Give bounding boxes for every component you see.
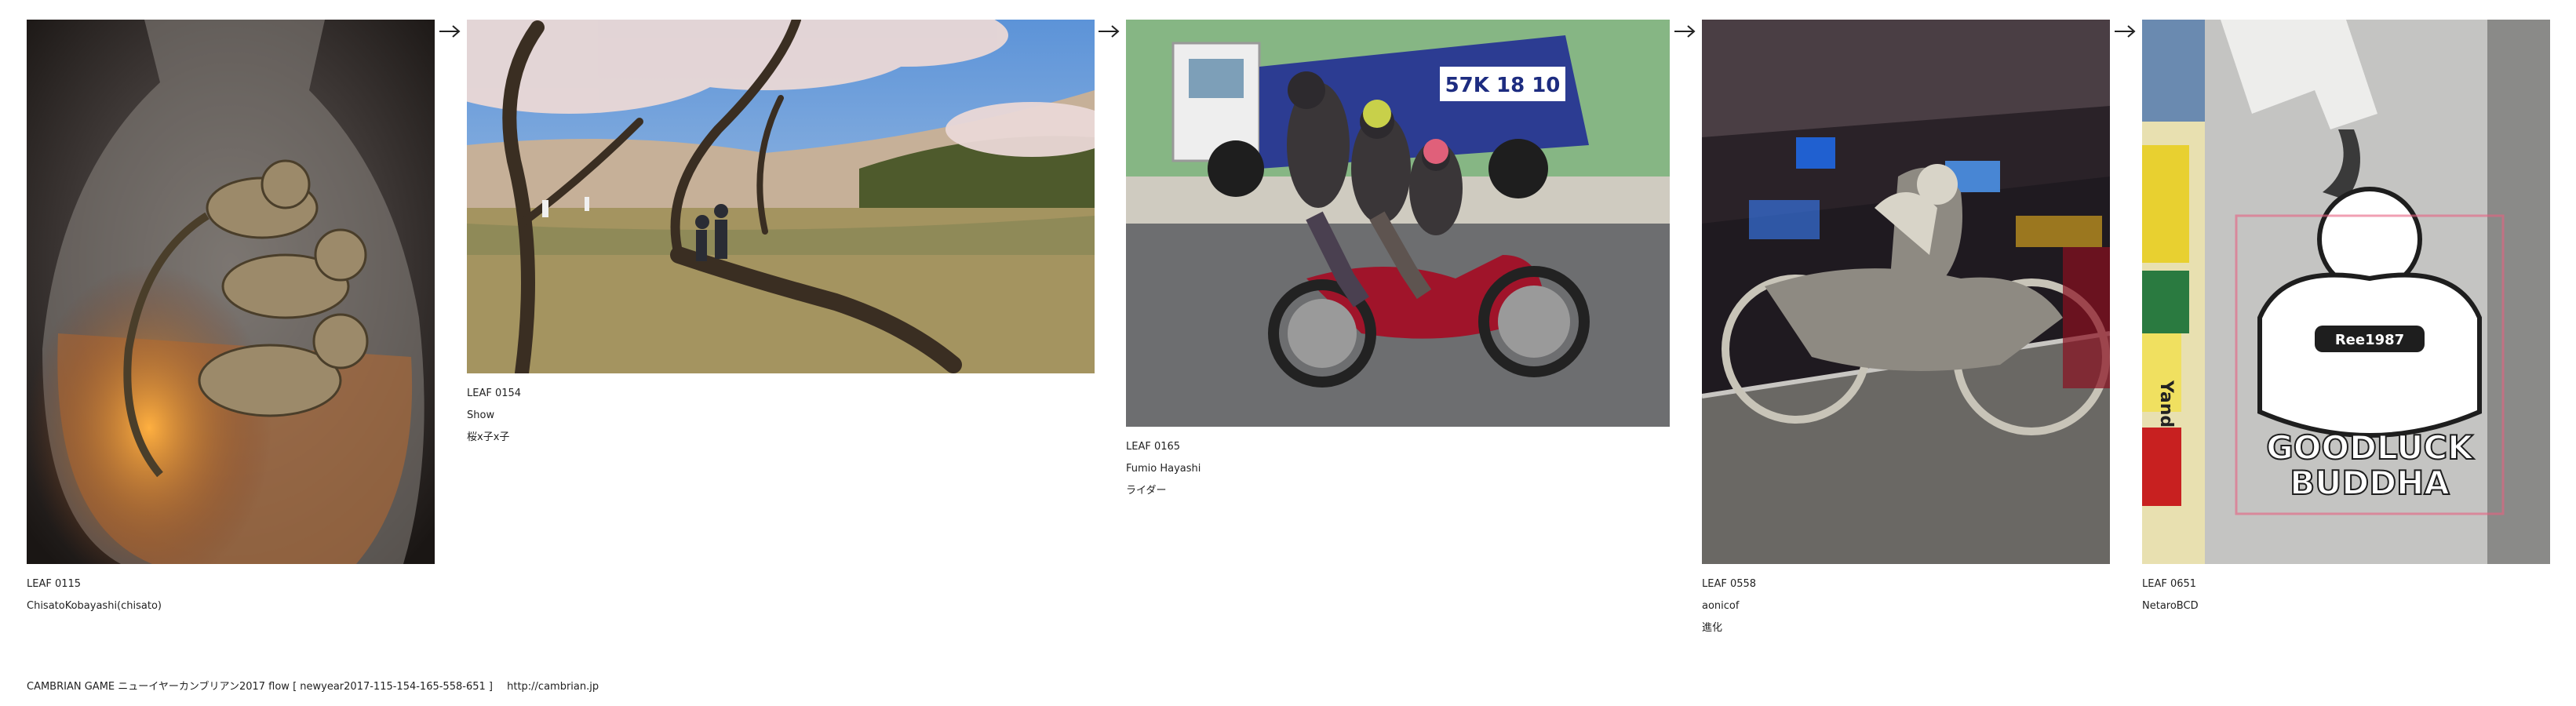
leaf-card-0115: LEAF 0115 ChisatoKobayashi(chisato) [27, 20, 435, 617]
leaf-card-0651: Yands Ree1987 GOODLUCK BUDDHA LEAF 0651 … [2142, 20, 2550, 617]
leaf-code: LEAF 0651 [2142, 578, 2197, 590]
leaf-code: LEAF 0154 [467, 388, 522, 399]
page-footer: CAMBRIAN GAME ニューイヤーカンブリアン2017 flow [ ne… [27, 678, 599, 693]
leaf-code: LEAF 0558 [1702, 578, 1757, 590]
leaf-photo-motorbike-riders[interactable]: 57K 18 10 [1126, 20, 1670, 427]
buddha-badge-text: Ree1987 [2335, 332, 2404, 348]
leaf-author[interactable]: Show [467, 405, 1095, 427]
footer-title: CAMBRIAN GAME ニューイヤーカンブリアン2017 flow [ ne… [27, 681, 493, 693]
flow-arrow-icon [1097, 22, 1120, 41]
truck-plate-text: 57K 18 10 [1445, 74, 1561, 97]
flow-arrow-icon [2113, 22, 2137, 41]
leaf-author[interactable]: Fumio Hayashi [1126, 458, 1670, 480]
leaf-card-0165: 57K 18 10 LEAF 0165 Fumio Hayashi ライダー [1126, 20, 1670, 502]
leaf-author[interactable]: NetaroBCD [2142, 595, 2550, 617]
flow-arrow-icon [1673, 22, 1696, 41]
leaf-photo-buddha-street-art[interactable]: Yands Ree1987 GOODLUCK BUDDHA [2142, 20, 2550, 564]
leaf-photo-chrome-motorcycle[interactable] [1702, 20, 2110, 564]
leaf-caption: 桜x子x子 [467, 431, 510, 443]
footer-url-link[interactable]: http://cambrian.jp [507, 681, 599, 693]
leaf-caption: ライダー [1126, 485, 1167, 497]
leaf-card-0558: LEAF 0558 aonicof 進化 [1702, 20, 2110, 639]
buddha-line2-text: BUDDHA [2290, 464, 2450, 502]
leaf-photo-monkey-bottle[interactable] [27, 20, 435, 564]
leaf-author[interactable]: ChisatoKobayashi(chisato) [27, 595, 435, 617]
leaf-caption: 進化 [1702, 622, 1723, 634]
leaf-author[interactable]: aonicof [1702, 595, 2110, 617]
leaf-card-0154: LEAF 0154 Show 桜x子x子 [467, 20, 1095, 449]
leaf-code: LEAF 0115 [27, 578, 82, 590]
flow-arrow-icon [438, 22, 461, 41]
buddha-line1-text: GOODLUCK [2266, 428, 2474, 467]
leaf-photo-cherry-tree[interactable] [467, 20, 1095, 373]
leaf-code: LEAF 0165 [1126, 441, 1181, 453]
